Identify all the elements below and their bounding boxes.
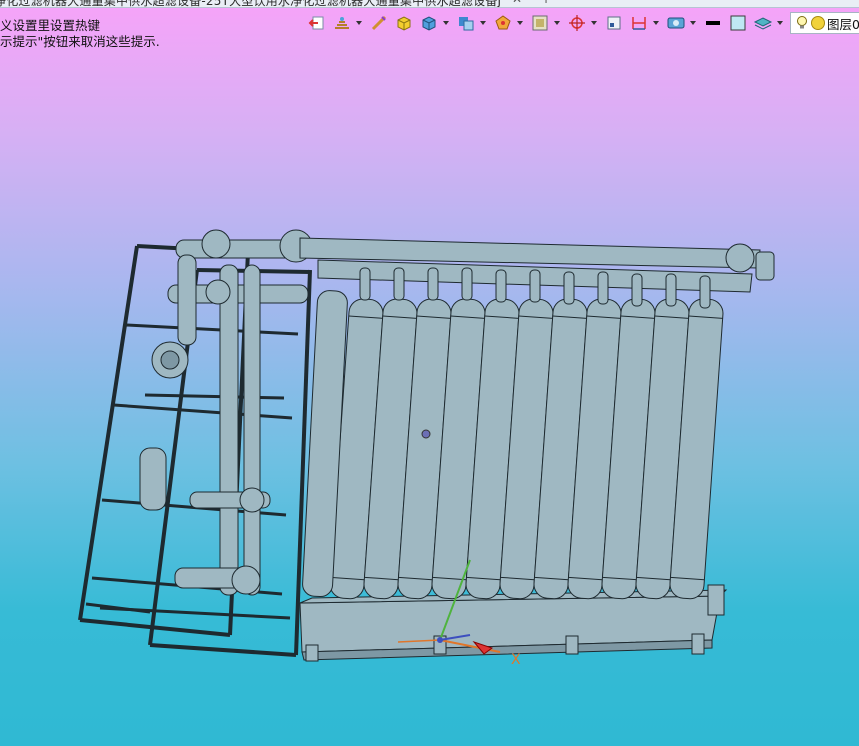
right-frame xyxy=(707,584,725,616)
model-viewport[interactable]: X xyxy=(0,0,859,746)
x-axis-label: X xyxy=(511,652,521,668)
membrane-modules xyxy=(302,290,724,600)
base-skid xyxy=(299,589,728,662)
inlet-piping xyxy=(139,229,317,596)
rotation-center-marker xyxy=(421,429,431,439)
